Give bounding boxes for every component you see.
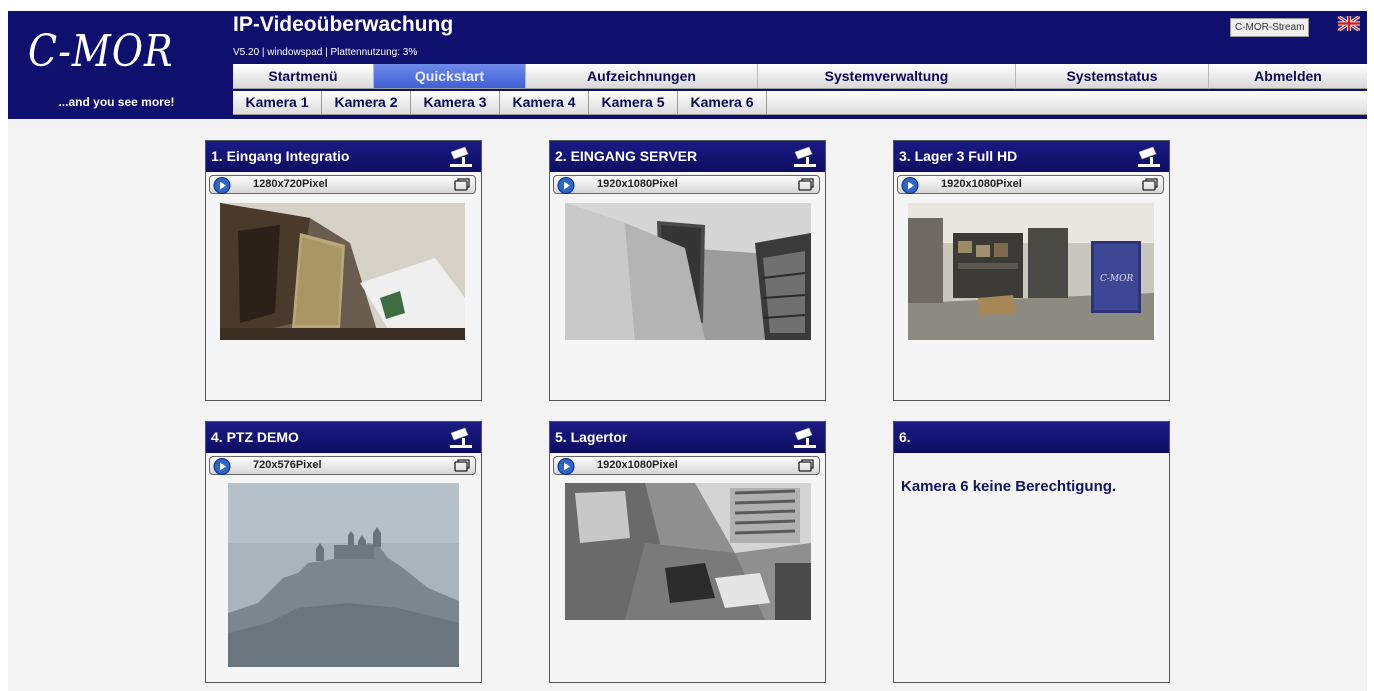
nav-systemstatus[interactable]: Systemstatus	[1016, 64, 1209, 89]
cctv-camera-icon[interactable]	[1135, 144, 1161, 168]
camera-title: 5. Lagertor	[555, 429, 628, 445]
camera-header: 6.	[894, 422, 1169, 453]
window-icon[interactable]	[1142, 178, 1158, 191]
camera-title: 3. Lager 3 Full HD	[899, 148, 1018, 164]
tab-kamera-4[interactable]: Kamera 4	[500, 91, 589, 115]
camera-panel-3: 3. Lager 3 Full HD 1920x1080Pixel C-MOR	[893, 140, 1170, 401]
play-icon[interactable]	[557, 458, 575, 475]
tab-kamera-3[interactable]: Kamera 3	[411, 91, 500, 115]
camera-grid: 1. Eingang Integratio 1280x720Pixel 2. E…	[8, 119, 1367, 691]
logo-slogan: ...and you see more!	[58, 95, 175, 109]
window-icon[interactable]	[454, 459, 470, 472]
camera-toolbar: 1280x720Pixel	[209, 175, 476, 194]
camera-feed-image[interactable]	[565, 483, 811, 620]
camera-header: 1. Eingang Integratio	[206, 141, 481, 172]
camera-title: 1. Eingang Integratio	[211, 148, 350, 164]
window-icon[interactable]	[798, 459, 814, 472]
camera-panel-6: 6. Kamera 6 keine Berechtigung.	[893, 421, 1170, 683]
camera-feed-image[interactable]: C-MOR	[908, 203, 1154, 340]
camera-title: 2. EINGANG SERVER	[555, 148, 698, 164]
tab-kamera-5[interactable]: Kamera 5	[589, 91, 678, 115]
nav-abmelden[interactable]: Abmelden	[1209, 64, 1367, 89]
camera-header: 5. Lagertor	[550, 422, 825, 453]
play-icon[interactable]	[213, 177, 231, 194]
tab-kamera-1[interactable]: Kamera 1	[233, 91, 322, 115]
camera-header: 3. Lager 3 Full HD	[894, 141, 1169, 172]
header: C-MOR ...and you see more! IP-Videoüberw…	[8, 11, 1367, 119]
resolution-label: 1280x720Pixel	[253, 178, 328, 190]
uk-flag-icon[interactable]	[1338, 16, 1360, 31]
nav-aufzeichnungen[interactable]: Aufzeichnungen	[526, 64, 758, 89]
resolution-label: 1920x1080Pixel	[597, 459, 678, 471]
svg-text:C-MOR: C-MOR	[1100, 274, 1134, 284]
camera-panel-2: 2. EINGANG SERVER 1920x1080Pixel	[549, 140, 826, 401]
cctv-camera-icon[interactable]	[791, 144, 817, 168]
camera-toolbar: 720x576Pixel	[209, 456, 476, 475]
resolution-label: 1920x1080Pixel	[941, 178, 1022, 190]
tab-kamera-2[interactable]: Kamera 2	[322, 91, 411, 115]
stream-button[interactable]: C-MOR-Stream	[1230, 18, 1310, 37]
logo-text: C-MOR	[28, 25, 174, 77]
page-subtitle: V5.20 | windowspad | Plattennutzung: 3%	[233, 47, 418, 58]
camera-toolbar: 1920x1080Pixel	[553, 175, 820, 194]
cctv-camera-icon[interactable]	[447, 425, 473, 449]
camera-header: 2. EINGANG SERVER	[550, 141, 825, 172]
nav-systemverwaltung[interactable]: Systemverwaltung	[758, 64, 1016, 89]
camera-toolbar: 1920x1080Pixel	[553, 456, 820, 475]
resolution-label: 1920x1080Pixel	[597, 178, 678, 190]
window-icon[interactable]	[454, 178, 470, 191]
nav-startmenu[interactable]: Startmenü	[233, 64, 374, 89]
camera-title: 6.	[899, 429, 911, 445]
page-title: IP-Videoüberwachung	[233, 13, 454, 36]
play-icon[interactable]	[213, 458, 231, 475]
camera-panel-1: 1. Eingang Integratio 1280x720Pixel	[205, 140, 482, 401]
logo[interactable]: C-MOR ...and you see more!	[8, 11, 225, 119]
main-nav: Startmenü Quickstart Aufzeichnungen Syst…	[233, 64, 1367, 89]
resolution-label: 720x576Pixel	[253, 459, 322, 471]
cctv-camera-icon[interactable]	[447, 144, 473, 168]
camera-toolbar: 1920x1080Pixel	[897, 175, 1164, 194]
camera-panel-5: 5. Lagertor 1920x1080Pixel	[549, 421, 826, 683]
camera-tabs: Kamera 1 Kamera 2 Kamera 3 Kamera 4 Kame…	[233, 91, 1367, 115]
camera-header: 4. PTZ DEMO	[206, 422, 481, 453]
cctv-camera-icon[interactable]	[791, 425, 817, 449]
nav-quickstart[interactable]: Quickstart	[374, 64, 526, 89]
camera-panel-4: 4. PTZ DEMO 720x576Pixel	[205, 421, 482, 683]
camera-title: 4. PTZ DEMO	[211, 429, 299, 445]
camera-feed-image[interactable]	[220, 203, 465, 340]
camera-feed-image[interactable]	[565, 203, 811, 340]
camera-feed-image[interactable]	[228, 483, 459, 667]
tab-kamera-6[interactable]: Kamera 6	[678, 91, 767, 115]
window-icon[interactable]	[798, 178, 814, 191]
play-icon[interactable]	[557, 177, 575, 194]
no-permission-message: Kamera 6 keine Berechtigung.	[901, 478, 1117, 495]
play-icon[interactable]	[901, 177, 919, 194]
